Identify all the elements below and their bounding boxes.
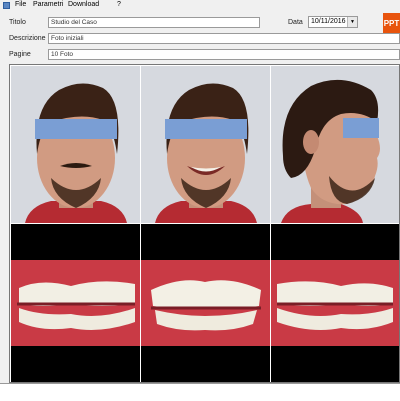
description-input[interactable]: Foto iniziali [48, 33, 400, 44]
photo-intraoral-left[interactable] [271, 224, 399, 382]
photo-intraoral-front[interactable] [141, 224, 270, 382]
menu-parametri[interactable]: Parametri [33, 1, 63, 8]
description-label: Descrizione [9, 35, 46, 42]
menu-help[interactable]: ? [117, 1, 121, 8]
date-label: Data [288, 19, 303, 26]
photo-face-front[interactable] [11, 66, 140, 223]
photo-face-smile[interactable] [141, 66, 270, 223]
title-label: Titolo [9, 19, 26, 26]
status-area [0, 383, 400, 401]
title-input[interactable]: Studio del Caso [48, 17, 260, 28]
powerpoint-export-label: PPT [383, 19, 400, 28]
pages-label: Pagine [9, 51, 31, 58]
menu-file[interactable]: File [15, 1, 26, 8]
chevron-down-icon[interactable]: ▼ [347, 17, 357, 27]
app-icon [3, 2, 10, 9]
pages-input[interactable]: 10 Foto [48, 49, 400, 60]
photo-intraoral-right[interactable] [11, 224, 140, 382]
photo-face-profile[interactable] [271, 66, 399, 223]
photo-grid [9, 64, 400, 383]
menu-bar: File Parametri Download ? [0, 0, 400, 11]
date-value: 10/11/2016 [311, 18, 346, 25]
powerpoint-export-button[interactable]: PPT [383, 13, 400, 34]
menu-download[interactable]: Download [68, 1, 99, 8]
date-picker[interactable]: 10/11/2016 ▼ [308, 16, 358, 28]
